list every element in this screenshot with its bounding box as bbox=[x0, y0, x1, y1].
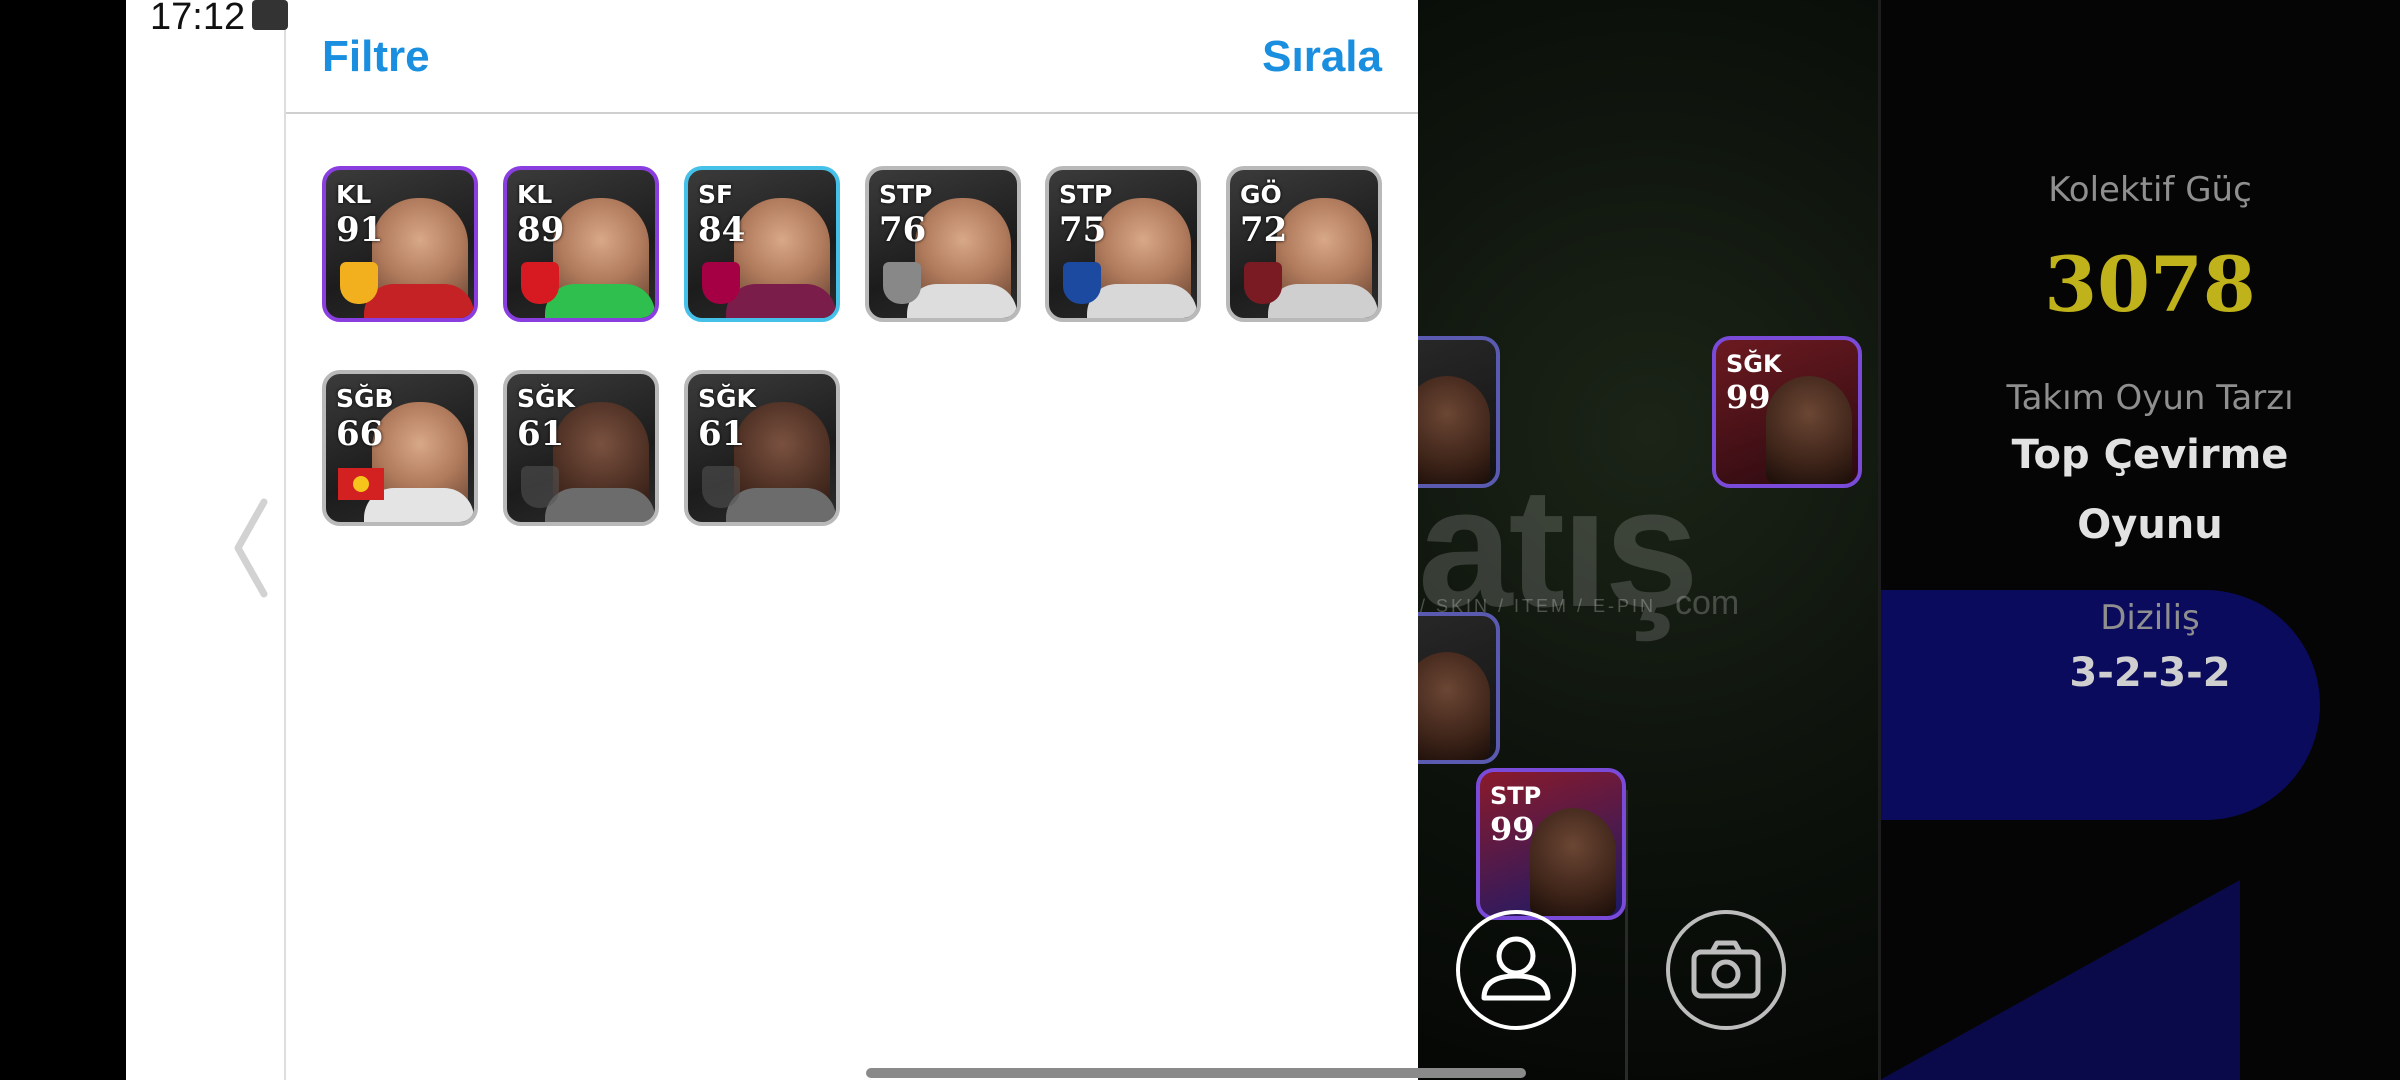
player-position: KL bbox=[336, 180, 372, 209]
player-position: SĞK bbox=[698, 384, 756, 413]
player-position: STP bbox=[1490, 782, 1542, 810]
club-crest-icon bbox=[883, 262, 921, 304]
sort-button[interactable]: Sırala bbox=[1262, 32, 1382, 82]
team-playstyle-line1: Top Çevirme bbox=[2011, 432, 2289, 478]
player-portrait bbox=[1530, 808, 1616, 916]
player-rating: 76 bbox=[879, 210, 927, 250]
chevron-left-icon[interactable] bbox=[222, 488, 282, 608]
player-shirt bbox=[545, 488, 655, 522]
player-rating: 84 bbox=[698, 210, 746, 250]
filter-button[interactable]: Filtre bbox=[322, 32, 430, 82]
field-player-card[interactable]: SĞK 99 bbox=[1712, 336, 1862, 488]
player-card[interactable]: GÖ 72 bbox=[1226, 166, 1382, 322]
field-player-card[interactable]: STP 99 bbox=[1476, 768, 1626, 920]
default-shield-icon bbox=[702, 466, 740, 508]
formation-value[interactable]: 3-2-3-2 bbox=[1890, 650, 2400, 696]
player-position: SĞK bbox=[517, 384, 575, 413]
salernitana-icon bbox=[1244, 262, 1282, 304]
player-rating: 61 bbox=[698, 414, 746, 454]
home-indicator[interactable] bbox=[866, 1068, 1526, 1078]
kyrgyzstan-flag-icon bbox=[338, 468, 384, 500]
player-position: KL bbox=[517, 180, 553, 209]
player-card[interactable]: SĞK 61 bbox=[684, 370, 840, 526]
kayserispor-icon bbox=[340, 262, 378, 304]
player-card[interactable]: KL 91 bbox=[322, 166, 478, 322]
porto-icon bbox=[1063, 262, 1101, 304]
player-card[interactable]: SĞK 61 bbox=[503, 370, 659, 526]
player-shirt bbox=[1268, 284, 1378, 318]
player-position: SF bbox=[698, 180, 734, 209]
default-shield-icon bbox=[521, 466, 559, 508]
player-position: SĞB bbox=[336, 384, 394, 413]
player-rating: 75 bbox=[1059, 210, 1107, 250]
team-playstyle-label: Takım Oyun Tarzı bbox=[2006, 378, 2294, 418]
player-card[interactable]: SĞB 66 bbox=[322, 370, 478, 526]
player-rating: 99 bbox=[1726, 378, 1771, 416]
player-shirt bbox=[1087, 284, 1197, 318]
player-card[interactable]: STP 75 bbox=[1045, 166, 1201, 322]
decorative-wedge bbox=[1880, 880, 2240, 1080]
screen: atış / SKIN / ITEM / E-PIN com SĞK 99 ST… bbox=[0, 0, 2400, 1080]
player-card[interactable]: KL 89 bbox=[503, 166, 659, 322]
camera-icon bbox=[1691, 940, 1761, 999]
notification-icon bbox=[252, 0, 288, 30]
player-card[interactable]: STP 76 bbox=[865, 166, 1021, 322]
player-shirt bbox=[364, 284, 474, 318]
player-profile-button[interactable] bbox=[1456, 910, 1576, 1030]
panel-divider bbox=[1878, 0, 1881, 1080]
galatasaray-icon bbox=[521, 262, 559, 304]
player-shirt bbox=[726, 284, 836, 318]
formation-label: Diziliş bbox=[2100, 598, 2200, 638]
player-list-panel: Filtre Sırala bbox=[286, 0, 1418, 1080]
player-rating: 61 bbox=[517, 414, 565, 454]
player-position: STP bbox=[879, 180, 933, 209]
player-position: SĞK bbox=[1726, 350, 1782, 378]
player-rating: 89 bbox=[517, 210, 565, 250]
person-icon bbox=[1481, 936, 1551, 1001]
player-card[interactable]: SF 84 bbox=[684, 166, 840, 322]
player-shirt bbox=[545, 284, 655, 318]
team-playstyle-line2: Oyunu bbox=[2077, 502, 2223, 548]
status-time: 17:12 bbox=[140, 0, 256, 39]
player-rating: 72 bbox=[1240, 210, 1288, 250]
barcelona-icon bbox=[702, 262, 740, 304]
player-rating: 66 bbox=[336, 414, 384, 454]
team-power-value: 3078 bbox=[2044, 240, 2256, 329]
player-position: STP bbox=[1059, 180, 1113, 209]
watermark-domain: com bbox=[1675, 584, 1740, 622]
player-rating: 91 bbox=[336, 210, 384, 250]
panel-header: Filtre Sırala bbox=[286, 0, 1418, 114]
player-shirt bbox=[907, 284, 1017, 318]
player-rating: 99 bbox=[1490, 810, 1535, 848]
player-shirt bbox=[726, 488, 836, 522]
player-position: GÖ bbox=[1240, 180, 1282, 209]
player-portrait bbox=[1766, 376, 1852, 484]
screenshot-button[interactable] bbox=[1666, 910, 1786, 1030]
team-power-label: Kolektif Güç bbox=[2048, 170, 2252, 210]
